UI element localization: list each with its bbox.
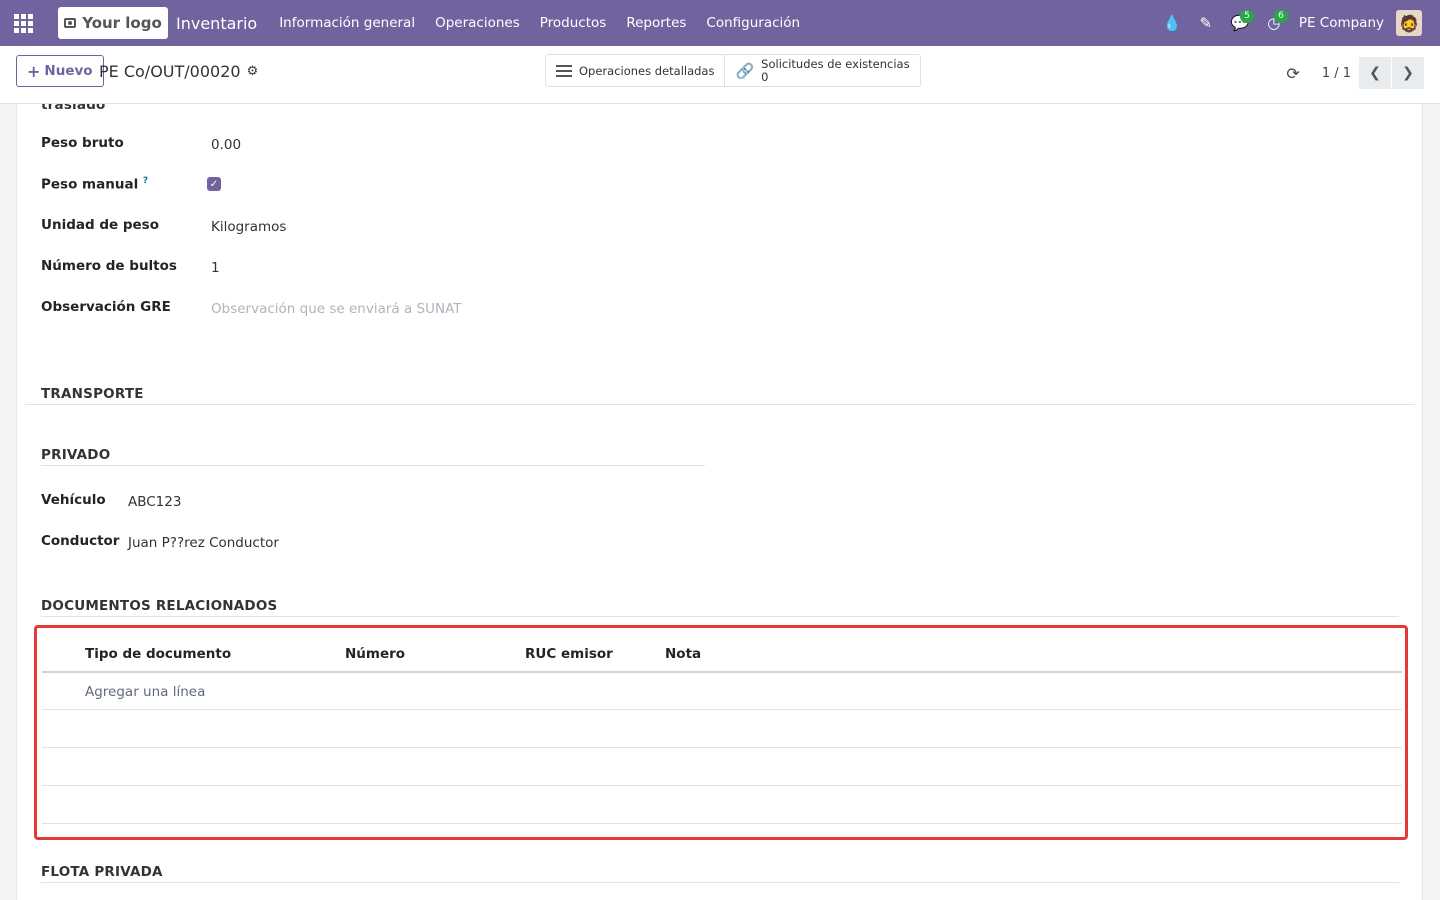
new-button[interactable]: + Nuevo <box>16 55 104 87</box>
edit-note-icon[interactable]: ✎ <box>1189 0 1223 46</box>
form-sheet: traslado Peso bruto 0.00 Peso manual ? ✓… <box>16 104 1423 900</box>
menu-item-informacion-general[interactable]: Información general <box>269 15 425 31</box>
driver-label: Conductor <box>41 533 120 549</box>
help-icon[interactable]: ? <box>143 176 148 186</box>
stock-requests-label: Solicitudes de existencias <box>761 56 910 71</box>
transport-section-title: TRANSPORTE <box>41 386 144 402</box>
gre-note-label: Observación GRE <box>41 299 171 315</box>
messages-badge: 5 <box>1240 10 1254 23</box>
column-header-note[interactable]: Nota <box>665 646 701 662</box>
link-icon: 🔗 <box>735 61 755 80</box>
add-line-link[interactable]: Agregar una línea <box>85 684 205 700</box>
stock-requests-button[interactable]: 🔗 Solicitudes de existencias 0 <box>724 55 919 86</box>
gross-weight-value[interactable]: 0.00 <box>211 137 241 153</box>
table-header-divider <box>42 671 1402 673</box>
vehicle-label: Vehículo <box>41 492 106 508</box>
camera-icon <box>64 18 77 28</box>
private-section-title: PRIVADO <box>41 447 111 463</box>
detailed-operations-label: Operaciones detalladas <box>579 63 715 78</box>
plus-icon: + <box>27 61 41 81</box>
divider <box>41 616 1399 617</box>
drop-icon[interactable]: 💧 <box>1155 0 1189 46</box>
stock-requests-count: 0 <box>761 69 769 84</box>
company-switcher[interactable]: PE Company <box>1299 15 1384 31</box>
gross-weight-label: Peso bruto <box>41 135 124 151</box>
main-menu: Información general Operaciones Producto… <box>269 15 810 31</box>
divider <box>41 882 1399 883</box>
app-name[interactable]: Inventario <box>176 14 257 33</box>
gre-note-field[interactable]: Observación que se enviará a SUNAT <box>211 301 462 317</box>
top-navbar: Your logo Inventario Información general… <box>0 0 1440 46</box>
pager: ⟳ 1 / 1 ❮ ❯ <box>1286 57 1424 89</box>
column-header-number[interactable]: Número <box>345 646 405 662</box>
table-row <box>42 709 1402 710</box>
cut-field-label: traslado <box>41 104 106 113</box>
menu-item-configuracion[interactable]: Configuración <box>696 15 810 31</box>
table-row <box>42 747 1402 748</box>
vehicle-value[interactable]: ABC123 <box>128 494 181 510</box>
breadcrumb: PE Co/OUT/00020 ⚙ <box>99 62 258 81</box>
chat-icon[interactable]: 💬 5 <box>1223 0 1257 46</box>
detailed-operations-button[interactable]: Operaciones detalladas <box>546 55 724 86</box>
new-button-label: Nuevo <box>44 63 93 79</box>
related-docs-section-title: DOCUMENTOS RELACIONADOS <box>41 598 278 614</box>
systray: 💧 ✎ 💬 5 ◷ 6 PE Company 🧔 <box>1155 0 1440 46</box>
chevron-right-icon[interactable]: ❯ <box>1392 57 1424 89</box>
column-header-issuer-ruc[interactable]: RUC emisor <box>525 646 613 662</box>
control-panel: + Nuevo PE Co/OUT/00020 ⚙ Operaciones de… <box>0 46 1440 104</box>
company-logo[interactable]: Your logo <box>58 7 168 39</box>
activities-badge: 6 <box>1274 10 1288 23</box>
menu-item-operaciones[interactable]: Operaciones <box>425 15 530 31</box>
driver-value[interactable]: Juan P??rez Conductor <box>128 535 279 551</box>
private-fleet-section-title: FLOTA PRIVADA <box>41 864 163 880</box>
column-header-document-type[interactable]: Tipo de documento <box>85 646 231 662</box>
pager-value[interactable]: 1 / 1 <box>1322 66 1351 81</box>
table-row <box>42 785 1402 786</box>
apps-menu-icon[interactable] <box>0 0 46 46</box>
logo-text: Your logo <box>82 14 162 32</box>
weight-unit-value[interactable]: Kilogramos <box>211 219 286 235</box>
menu-item-reportes[interactable]: Reportes <box>616 15 696 31</box>
packages-label: Número de bultos <box>41 258 177 274</box>
weight-unit-label: Unidad de peso <box>41 217 159 233</box>
menu-item-productos[interactable]: Productos <box>530 15 617 31</box>
user-avatar[interactable]: 🧔 <box>1396 10 1422 36</box>
record-title: PE Co/OUT/00020 <box>99 62 241 81</box>
related-documents-table: Tipo de documento Número RUC emisor Nota… <box>34 625 1408 840</box>
bars-icon <box>556 64 572 77</box>
smart-buttons: Operaciones detalladas 🔗 Solicitudes de … <box>545 54 921 87</box>
refresh-icon[interactable]: ⟳ <box>1286 64 1299 83</box>
clock-icon[interactable]: ◷ 6 <box>1257 0 1291 46</box>
table-row <box>42 823 1402 824</box>
manual-weight-checkbox[interactable]: ✓ <box>207 177 221 191</box>
chevron-left-icon[interactable]: ❮ <box>1359 57 1391 89</box>
gear-icon[interactable]: ⚙ <box>247 64 259 79</box>
manual-weight-label: Peso manual ? <box>41 176 149 193</box>
divider <box>41 465 705 466</box>
packages-value[interactable]: 1 <box>211 260 220 276</box>
divider <box>25 404 1415 405</box>
